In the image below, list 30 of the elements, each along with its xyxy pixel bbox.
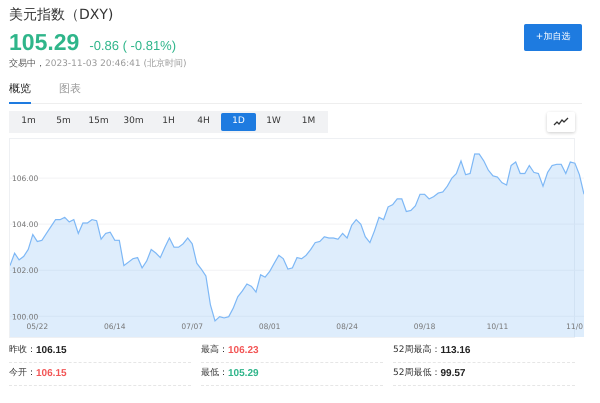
- index-title: 美元指数（DXY): [9, 6, 114, 25]
- tab[interactable]: 概览: [9, 81, 31, 104]
- period-button[interactable]: 1m: [11, 112, 46, 130]
- stat-label: 今开：: [9, 366, 36, 380]
- stat-value: 106.15: [36, 344, 67, 358]
- period-button[interactable]: 5m: [46, 112, 81, 130]
- stat-value: 113.16: [440, 344, 470, 358]
- stat-label: 52周最高：: [393, 344, 440, 357]
- price-change: -0.86 ( -0.81%): [89, 37, 176, 55]
- price: 105.29: [9, 29, 80, 55]
- stat-label: 最高：: [201, 344, 228, 357]
- stat-value: 106.23: [228, 344, 259, 358]
- add-watchlist-button[interactable]: +加自选: [524, 24, 582, 51]
- period-button[interactable]: 1W: [256, 112, 291, 130]
- stat-value: 106.15: [36, 367, 67, 381]
- chart-type-button[interactable]: [547, 112, 575, 132]
- stat-value: 99.57: [440, 367, 466, 381]
- period-button[interactable]: 4H: [186, 112, 221, 130]
- stat-label: 昨收：: [9, 344, 36, 357]
- stat-value: 105.29: [228, 367, 259, 381]
- period-button[interactable]: 15m: [81, 112, 116, 130]
- period-button[interactable]: 1M: [291, 112, 326, 130]
- trading-status: 交易中，: [9, 58, 45, 70]
- period-button[interactable]: 1H: [151, 112, 186, 130]
- period-button[interactable]: 1D: [221, 112, 256, 130]
- period-button[interactable]: 30m: [116, 112, 151, 130]
- quote-time: 2023-11-03 20:46:41 (北京时间): [45, 58, 186, 70]
- stat-label: 52周最低：: [393, 366, 440, 380]
- stat-label: 最低：: [201, 366, 228, 380]
- line-chart-icon: [553, 117, 569, 126]
